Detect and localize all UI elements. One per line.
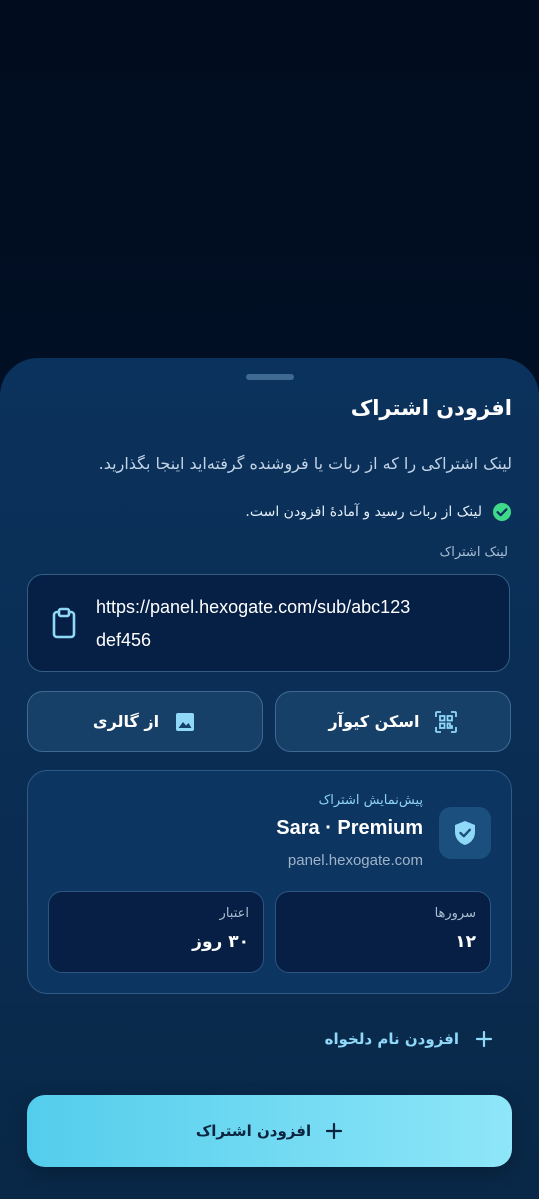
shield-badge (439, 807, 491, 859)
subscription-link-value[interactable]: https://panel.hexogate.com/sub/abc123def… (96, 591, 416, 657)
status-text: لینک از ربات رسید و آمادهٔ افزودن است. (245, 504, 482, 520)
link-field-label: لینک اشتراک (439, 545, 508, 560)
drag-handle[interactable] (246, 374, 294, 380)
validity-label: اعتبار (219, 906, 249, 921)
scan-qr-label: اسکن کیوآر (328, 712, 420, 731)
image-icon (176, 712, 195, 731)
validity-value: ۳۰ روز (192, 932, 249, 952)
sheet-subtitle: لینک اشتراکی را که از ربات یا فروشنده گر… (98, 454, 512, 473)
check-circle-icon (493, 503, 511, 521)
add-subscription-sheet: افزودن اشتراک لینک اشتراکی را که از ربات… (0, 358, 539, 1199)
plus-icon (475, 1030, 493, 1048)
servers-value: ۱۲ (455, 932, 476, 952)
scan-qr-button[interactable]: اسکن کیوآر (275, 691, 511, 752)
gallery-label: از گالری (92, 712, 160, 731)
add-custom-name-button[interactable]: افزودن نام دلخواه (325, 1030, 493, 1048)
clipboard-icon[interactable] (50, 607, 78, 639)
add-subscription-label: افزودن اشتراک (195, 1122, 312, 1140)
validity-stat: اعتبار ۳۰ روز (48, 891, 264, 973)
sheet-title: افزودن اشتراک (350, 396, 512, 420)
gallery-button[interactable]: از گالری (27, 691, 263, 752)
custom-name-label: افزودن نام دلخواه (324, 1030, 459, 1048)
preview-subscription-name: Sara · Premium (276, 817, 423, 839)
subscription-preview-card: پیش‌نمایش اشتراک Sara · Premium panel.he… (27, 770, 512, 994)
qr-scan-icon (434, 710, 457, 733)
servers-stat: سرورها ۱۲ (275, 891, 491, 973)
preview-label: پیش‌نمایش اشتراک (318, 793, 423, 808)
status-message: لینک از ربات رسید و آمادهٔ افزودن است. (245, 502, 512, 522)
shield-check-icon (455, 821, 475, 845)
plus-icon (326, 1122, 343, 1140)
subscription-link-input[interactable]: https://panel.hexogate.com/sub/abc123def… (27, 574, 510, 672)
preview-host: panel.hexogate.com (287, 852, 423, 869)
add-subscription-button[interactable]: افزودن اشتراک (27, 1095, 512, 1167)
servers-label: سرورها (434, 906, 476, 921)
